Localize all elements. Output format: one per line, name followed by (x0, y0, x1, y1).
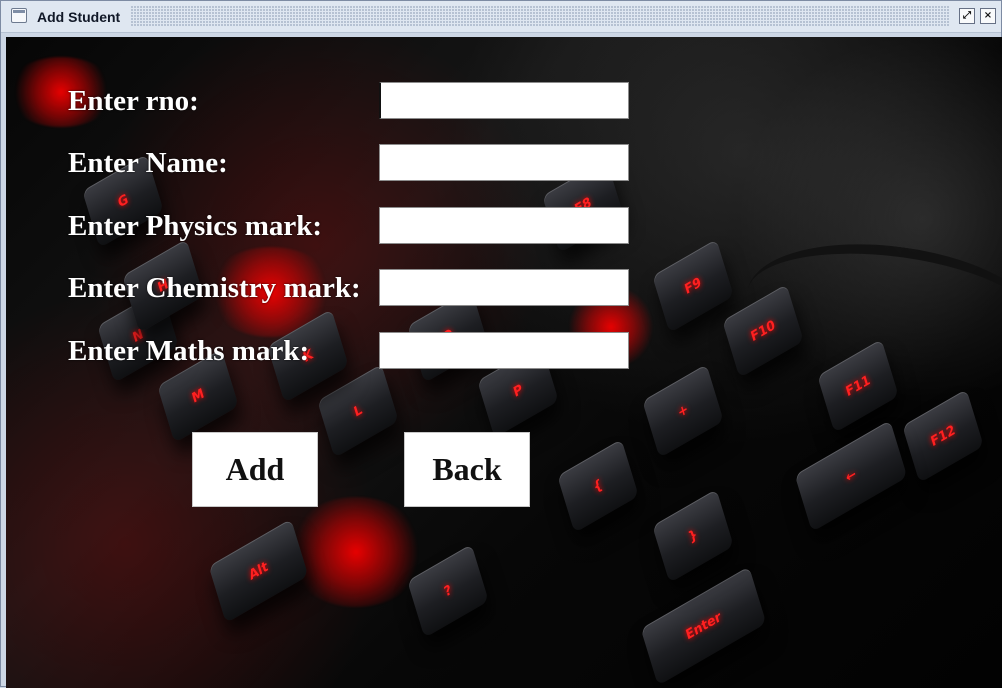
keyboard-key-background: F9 (652, 239, 734, 333)
restore-maximize-button[interactable]: ⤢ (959, 8, 975, 24)
keyboard-key-background: } (652, 489, 734, 583)
keyboard-key-background: L (317, 364, 399, 458)
physics-mark-input[interactable] (379, 207, 629, 244)
name-input[interactable] (379, 144, 629, 181)
name-label: Enter Name: (68, 147, 228, 179)
maths-mark-label: Enter Maths mark: (68, 335, 310, 367)
keyboard-key-background: Enter (640, 566, 767, 686)
chemistry-mark-input[interactable] (379, 269, 629, 306)
chemistry-mark-label: Enter Chemistry mark: (68, 272, 361, 304)
rno-input[interactable] (379, 82, 629, 119)
maths-mark-input[interactable] (379, 332, 629, 369)
add-button[interactable]: Add (192, 432, 318, 507)
close-button[interactable]: × (980, 8, 996, 24)
keyboard-key-background: Alt (208, 518, 309, 624)
title-bar-pattern (131, 6, 949, 26)
rno-label: Enter rno: (68, 85, 199, 117)
window-title: Add Student (37, 9, 121, 25)
keyboard-key-background: + (642, 364, 724, 458)
form-content-area: F9 F10 F11 F12 + ← L P O K M N H G F8 Al… (6, 37, 1002, 688)
title-bar[interactable]: Add Student ⤢ × (1, 1, 1001, 33)
window-icon (11, 8, 27, 23)
keyboard-key-background: F12 (902, 389, 984, 483)
red-glow-background (286, 497, 426, 607)
keyboard-key-background: { (557, 439, 639, 533)
back-button[interactable]: Back (404, 432, 530, 507)
keyboard-key-background: ← (794, 420, 908, 532)
add-student-window: Add Student ⤢ × F9 F10 F11 F12 + ← L P O… (0, 0, 1002, 688)
physics-mark-label: Enter Physics mark: (68, 210, 323, 242)
